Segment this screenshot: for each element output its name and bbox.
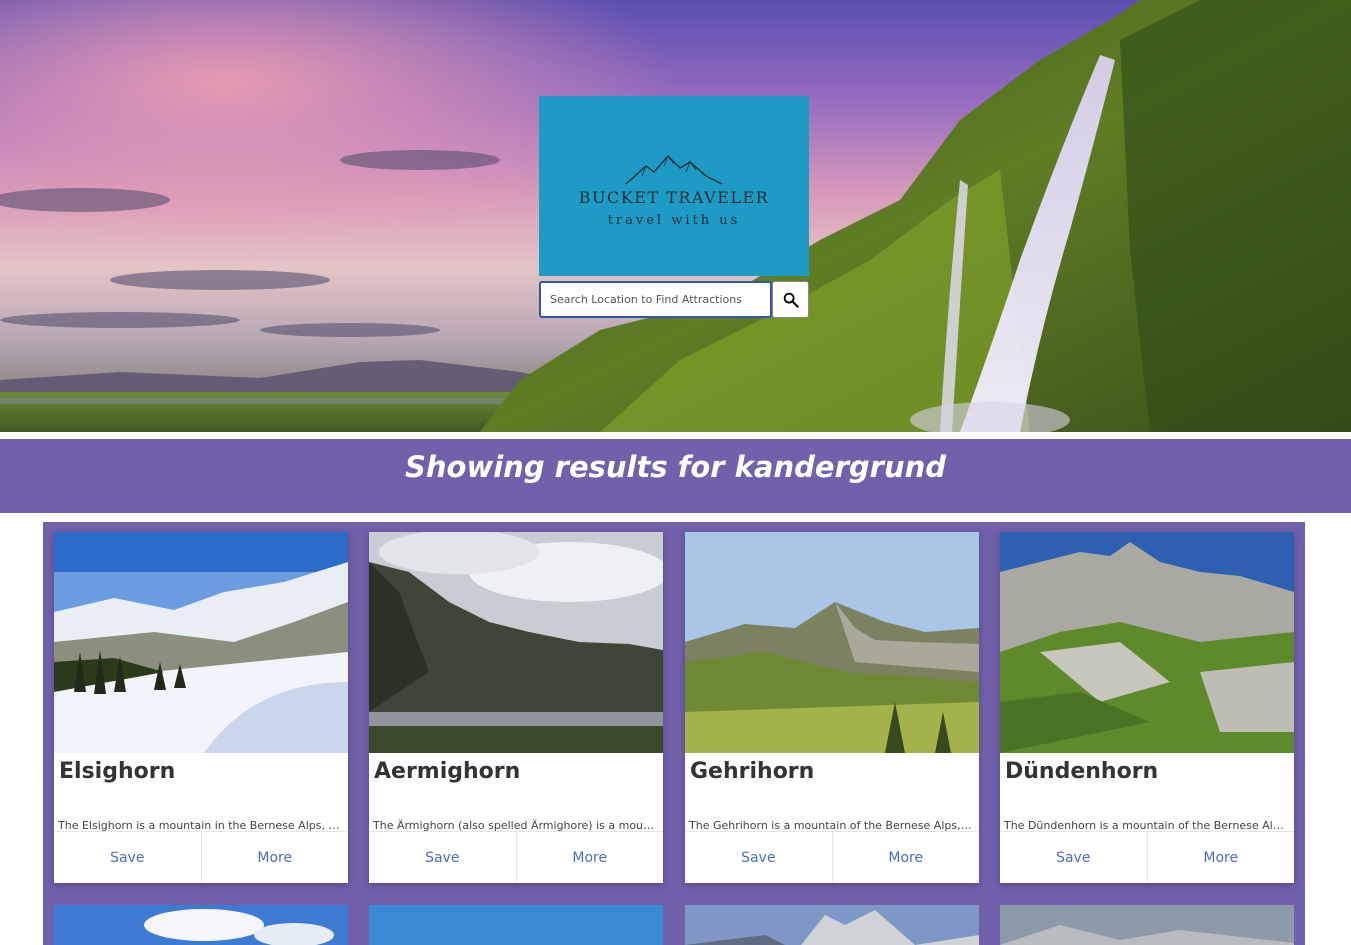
attraction-card-partial — [369, 905, 663, 945]
card-image-cloudy-ridge — [369, 532, 663, 753]
card-actions: Save More — [369, 831, 663, 883]
results-heading: Showing results for kandergrund — [404, 450, 946, 484]
card-image-partial — [369, 905, 663, 945]
search-input[interactable] — [539, 281, 772, 318]
logo-title: BUCKET TRAVELER — [578, 188, 770, 207]
card-image-green-mountain — [685, 532, 979, 753]
card-image-snowy-valley — [54, 532, 348, 753]
save-button[interactable]: Save — [54, 832, 201, 883]
more-button[interactable]: More — [1146, 832, 1295, 883]
attraction-card: Dündenhorn The Dündenhorn is a mountain … — [1000, 532, 1294, 883]
hero-banner: BUCKET TRAVELER travel with us — [0, 0, 1351, 432]
card-image-rocky-peak — [1000, 532, 1294, 753]
save-button[interactable]: Save — [1000, 832, 1147, 883]
save-button[interactable]: Save — [685, 832, 832, 883]
card-image-partial — [1000, 905, 1294, 945]
attraction-card: Gehrihorn The Gehrihorn is a mountain of… — [685, 532, 979, 883]
attraction-card: Elsighorn The Elsighorn is a mountain in… — [54, 532, 348, 883]
search-bar — [539, 281, 809, 318]
more-button[interactable]: More — [831, 832, 980, 883]
logo-tagline: travel with us — [607, 213, 741, 228]
mountain-logo-icon — [625, 154, 723, 185]
attraction-card: Aermighorn The Ärmighorn (also spelled Ä… — [369, 532, 663, 883]
more-button[interactable]: More — [515, 832, 664, 883]
card-actions: Save More — [685, 831, 979, 883]
attraction-card-partial — [685, 905, 979, 945]
card-title: Elsighorn — [59, 759, 176, 784]
results-banner: Showing results for kandergrund — [0, 439, 1351, 513]
attraction-card-partial — [1000, 905, 1294, 945]
save-button[interactable]: Save — [369, 832, 516, 883]
search-icon — [783, 292, 799, 308]
logo[interactable]: BUCKET TRAVELER travel with us — [539, 96, 809, 276]
card-actions: Save More — [54, 831, 348, 883]
search-button[interactable] — [772, 281, 809, 318]
attraction-card-partial — [54, 905, 348, 945]
card-title: Dündenhorn — [1005, 759, 1159, 784]
card-title: Gehrihorn — [690, 759, 815, 784]
card-title: Aermighorn — [374, 759, 521, 784]
card-image-partial — [54, 905, 348, 945]
card-image-partial — [685, 905, 979, 945]
card-actions: Save More — [1000, 831, 1294, 883]
results-grid: Elsighorn The Elsighorn is a mountain in… — [43, 522, 1305, 945]
more-button[interactable]: More — [200, 832, 349, 883]
